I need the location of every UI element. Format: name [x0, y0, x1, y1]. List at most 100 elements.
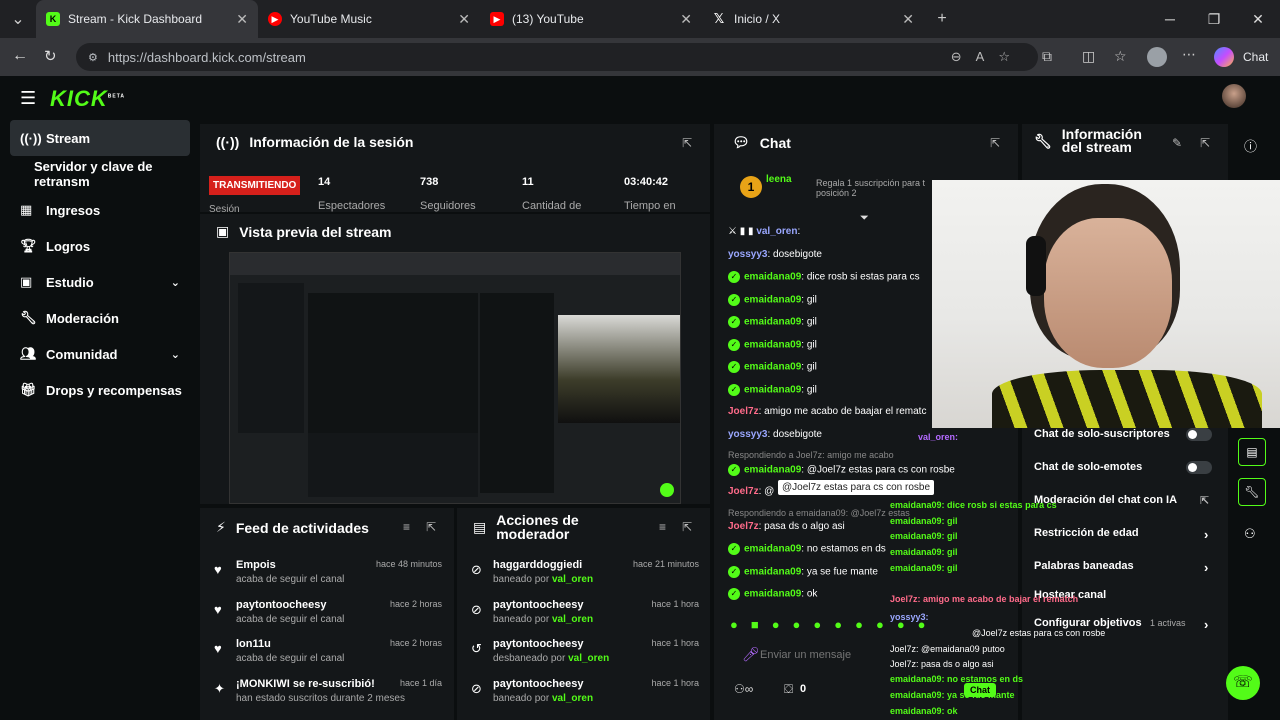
user-avatar[interactable] [1222, 84, 1246, 108]
mod-actions-panel: ▤ Acciones de moderador ≡ ⇱ ⊘ haggarddoggie… [457, 508, 710, 720]
ban-icon: ⊘ [471, 602, 482, 617]
url-text: https://dashboard.kick.com/stream [107, 49, 306, 65]
filter-icon[interactable]: ≡ [403, 520, 410, 534]
mod-action-item: ⊘ paytontoocheesy baneado por val_oren hace… [471, 678, 699, 704]
microphone-icon[interactable]: 🎤︎ [742, 646, 760, 663]
stat-time: 03:40:42 Tiempo en [624, 176, 676, 212]
close-window-icon[interactable]: ✕ [1236, 11, 1280, 28]
more-menu-icon[interactable]: ⋯ [1182, 46, 1196, 63]
profile-avatar[interactable] [1147, 47, 1167, 67]
tab-x[interactable]: 𝕏 Inicio / X ✕ [702, 0, 924, 38]
sub-only-toggle[interactable] [1186, 428, 1212, 441]
feed-item: ♥ lon11u acaba de seguir el canal hace 2 ho… [214, 638, 442, 664]
tab-list-chevron-icon[interactable]: ⌄ [0, 9, 36, 29]
tab-youtube[interactable]: ▶ (13) YouTube ✕ [480, 0, 702, 38]
chat-bubble-icon: 💬︎ [732, 134, 750, 150]
tab-title: YouTube Music [290, 12, 372, 26]
sparkle-icon: ✦ [214, 681, 225, 696]
tab-kick-dashboard[interactable]: K Stream - Kick Dashboard ✕ [36, 0, 258, 38]
sidebar-item-logros[interactable]: 🏆︎ Logros [0, 228, 198, 264]
verified-badge-icon: ✓ [728, 294, 740, 306]
pinned-gift-text: Regala 1 suscripción para t posición 2 [816, 178, 926, 198]
verified-badge-icon: ✓ [728, 384, 740, 396]
tab-title: (13) YouTube [512, 12, 584, 26]
chat-filter-icon[interactable]: ⏷ [860, 212, 869, 225]
youtube-favicon-icon: ▶ [490, 12, 504, 26]
ban-icon: ⊘ [471, 681, 482, 696]
share-icon[interactable]: ⚇ [1244, 526, 1256, 542]
mod-action-item: ⊘ haggarddoggiedi baneado por val_oren hace… [471, 559, 699, 585]
mod-badge-icon: ⚔︎ ▮ ▮ [728, 226, 754, 237]
copilot-icon[interactable] [1214, 47, 1234, 67]
minimize-icon[interactable]: ─ [1148, 11, 1192, 27]
favorites-icon[interactable]: ☆ [1114, 48, 1127, 65]
bolt-icon: ⚡︎ [216, 519, 226, 535]
url-field[interactable]: ⚙ https://dashboard.kick.com/stream ⊖A☆ [76, 43, 1038, 71]
new-tab-plus-icon[interactable]: + [924, 10, 960, 28]
tab-youtube-music[interactable]: ▶ YouTube Music ✕ [258, 0, 480, 38]
pinned-user[interactable]: leena [766, 174, 792, 185]
filter-icon[interactable]: ≡ [659, 520, 666, 534]
url-actions-icons[interactable]: ⊖A☆ [951, 49, 1024, 65]
popout-icon[interactable]: ⇱ [990, 136, 1000, 150]
site-info-icon[interactable]: ⚙ [88, 51, 98, 64]
activity-feed-panel: ⚡︎ Feed de actividades ≡ ⇱ ♥ Empois acaba d… [200, 508, 454, 720]
feed-item: ♥ Empois acaba de seguir el canal hace 48 m… [214, 559, 442, 585]
chat-message-input[interactable] [760, 644, 890, 666]
sidebar-item-stream[interactable]: ((·)) Stream [10, 120, 190, 156]
gift-icon[interactable]: ⛋ [784, 682, 793, 697]
support-headset-icon[interactable]: ☏ [1226, 666, 1260, 700]
browser-tab-bar: ⌄ K Stream - Kick Dashboard ✕ ▶ YouTube … [0, 0, 1280, 38]
chat-button[interactable]: Chat [1243, 50, 1268, 64]
maximize-icon[interactable]: ❐ [1192, 11, 1236, 28]
edit-pencil-icon[interactable]: ✎ [1172, 136, 1182, 150]
link-icon[interactable]: ⚇∞ [734, 682, 753, 696]
overlay-chat-button: Chat [964, 683, 996, 697]
popout-icon[interactable]: ⇱ [1200, 136, 1210, 150]
wrench-icon: 🔧︎ [20, 310, 37, 325]
chat-footer-count: 0 [800, 683, 807, 695]
sidebar-item-moderacion[interactable]: 🔧︎ Moderación [0, 300, 198, 336]
external-link-icon: ⇱ [1200, 495, 1210, 507]
info-icon[interactable]: ⓘ [1244, 136, 1257, 155]
feed-item: ✦ ¡MONKIWI se re-suscribió! han estado sus… [214, 678, 442, 704]
extensions-icon[interactable]: ⧉ [1042, 48, 1052, 65]
broadcast-icon: ((·)) [20, 130, 42, 146]
preview-title: ▣ Vista previa del stream [216, 223, 392, 240]
feed-item: ♥ paytontoocheesy acaba de seguir el canal… [214, 599, 442, 625]
session-info-title: ((·)) Información de la sesión [216, 134, 414, 150]
hamburger-menu-icon[interactable]: ☰ [20, 88, 36, 109]
split-screen-icon[interactable]: ◫ [1082, 48, 1095, 65]
age-restriction-link[interactable]: Restricción de edad › [1034, 527, 1208, 542]
layout-icon[interactable]: ▤ [1238, 438, 1266, 466]
people-icon: 👥︎ [20, 346, 37, 361]
wrench-icon: 🔧︎ [1034, 132, 1052, 149]
stream-preview-video[interactable] [229, 252, 681, 504]
chevron-right-icon: › [1204, 527, 1209, 542]
tab-title: Inicio / X [734, 12, 781, 26]
popout-icon[interactable]: ⇱ [682, 136, 692, 150]
sidebar-item-estudio[interactable]: ▣ Estudio ⌄ [0, 264, 198, 300]
close-tab-icon[interactable]: ✕ [458, 11, 470, 28]
kick-logo[interactable]: KICKBETA [50, 86, 125, 112]
emote-only-label: Chat de solo-emotes [1034, 461, 1143, 473]
tools-icon[interactable]: 🔧︎ [1238, 478, 1266, 506]
mod-action-item: ↺ paytontoocheesy desbaneado por val_oren h… [471, 638, 699, 664]
emote-only-toggle[interactable] [1186, 461, 1212, 474]
back-arrow-icon[interactable]: ← [12, 47, 28, 65]
popout-icon[interactable]: ⇱ [426, 520, 436, 534]
sidebar-item-server-key[interactable]: Servidor y clave de retransm [0, 156, 198, 192]
sidebar-item-ingresos[interactable]: ▦ Ingresos [0, 192, 198, 228]
banned-words-link[interactable]: Palabras baneadas › [1034, 560, 1208, 575]
close-tab-icon[interactable]: ✕ [902, 11, 914, 28]
popout-icon[interactable]: ⇱ [682, 520, 692, 534]
close-tab-icon[interactable]: ✕ [236, 11, 248, 28]
x-favicon-icon: 𝕏 [713, 11, 725, 26]
trophy-icon: 🏆︎ [20, 238, 37, 253]
sidebar-item-comunidad[interactable]: 👥︎ Comunidad ⌄ [0, 336, 198, 372]
reload-icon[interactable]: ↻ [44, 47, 57, 65]
heart-icon: ♥ [214, 602, 222, 617]
close-tab-icon[interactable]: ✕ [680, 11, 692, 28]
sidebar-item-drops[interactable]: 🎁︎ Drops y recompensas [0, 372, 198, 408]
live-status-badge: TRANSMITIENDO [209, 176, 301, 195]
